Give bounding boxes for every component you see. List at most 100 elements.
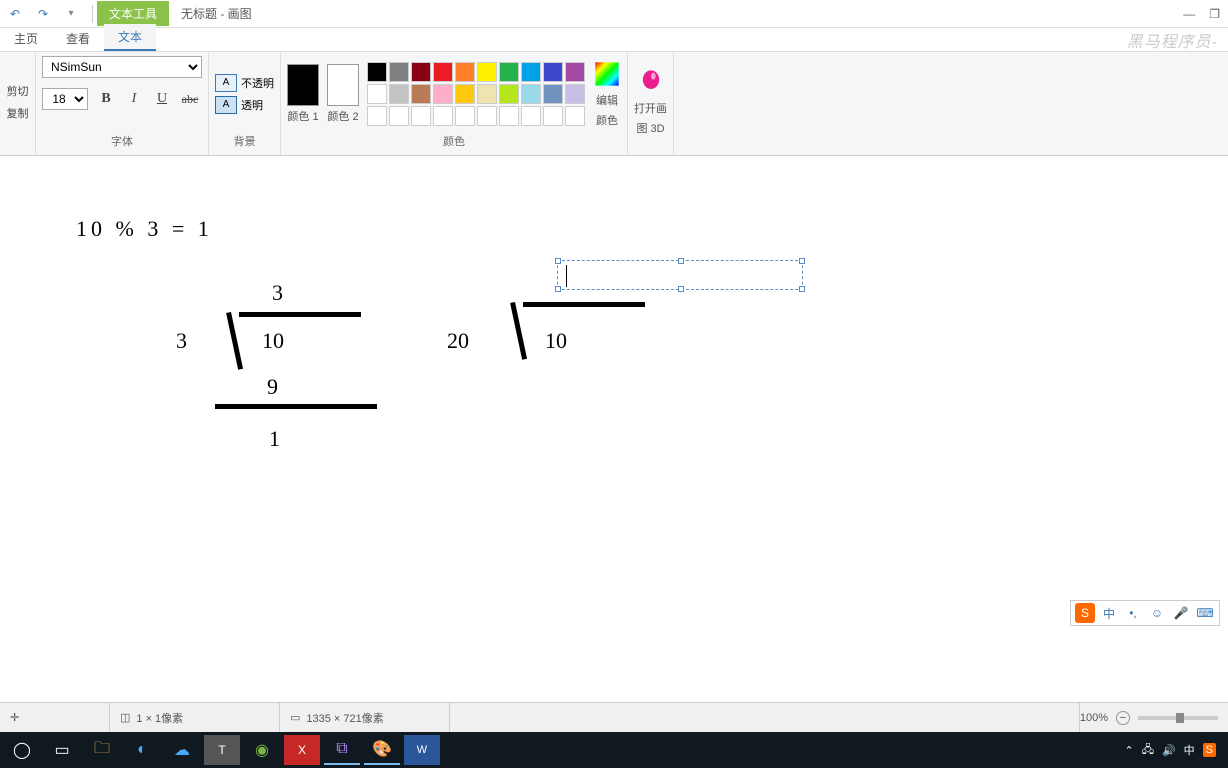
palette-swatch[interactable] xyxy=(433,84,453,104)
undo-icon[interactable]: ↶ xyxy=(4,3,26,25)
equation-text: 10 % 3 = 1 xyxy=(76,216,213,242)
palette-swatch[interactable] xyxy=(543,62,563,82)
palette-swatch[interactable] xyxy=(521,106,541,126)
crosshair-icon: ✛ xyxy=(10,711,19,724)
color2-swatch xyxy=(327,64,359,106)
font-family-select[interactable]: NSimSun xyxy=(42,56,202,78)
maximize-button[interactable]: ❐ xyxy=(1209,7,1220,21)
resize-handle-n[interactable] xyxy=(678,258,684,264)
palette-swatch[interactable] xyxy=(411,84,431,104)
italic-button[interactable]: I xyxy=(124,89,144,109)
div1-divisor: 3 xyxy=(176,328,187,354)
transparent-button[interactable]: A透明 xyxy=(215,96,274,114)
palette-swatch[interactable] xyxy=(411,106,431,126)
status-pointer-pos: ✛ xyxy=(0,703,110,732)
tray-sogou-icon[interactable]: S xyxy=(1203,743,1216,757)
font-size-select[interactable]: 18 xyxy=(42,88,88,110)
underline-button[interactable]: U xyxy=(152,89,172,109)
text-selection-box[interactable] xyxy=(557,260,803,290)
tray-chevron-up-icon[interactable]: ⌃ xyxy=(1124,744,1133,757)
palette-swatch[interactable] xyxy=(499,62,519,82)
tab-text[interactable]: 文本 xyxy=(104,24,156,51)
edit-colors-button[interactable]: 编辑 颜色 xyxy=(593,60,621,128)
palette-swatch[interactable] xyxy=(477,62,497,82)
palette-swatch[interactable] xyxy=(477,84,497,104)
resize-handle-sw[interactable] xyxy=(555,286,561,292)
ime-logo-icon[interactable]: S xyxy=(1075,603,1095,623)
opaque-button[interactable]: A不透明 xyxy=(215,74,274,92)
canvas[interactable]: 10 % 3 = 1 3 3 10 9 1 20 10 xyxy=(0,160,1228,702)
zoom-thumb[interactable] xyxy=(1176,713,1184,723)
div2-vert-line xyxy=(510,302,527,360)
palette-swatch[interactable] xyxy=(389,62,409,82)
zoom-out-button[interactable]: − xyxy=(1116,711,1130,725)
group-colors: 颜色 1 颜色 2 编辑 颜色 颜色 xyxy=(281,52,628,155)
palette-swatch[interactable] xyxy=(455,106,475,126)
palette-swatch[interactable] xyxy=(389,106,409,126)
palette-swatch[interactable] xyxy=(411,62,431,82)
palette-swatch[interactable] xyxy=(367,106,387,126)
palette-swatch[interactable] xyxy=(455,62,475,82)
status-selection-size: ◫ 1 × 1像素 xyxy=(110,703,280,732)
paint3d-button[interactable]: 打开画 图 3D xyxy=(634,68,667,136)
tab-view[interactable]: 查看 xyxy=(52,26,104,51)
palette-swatch[interactable] xyxy=(565,106,585,126)
palette-swatch[interactable] xyxy=(521,84,541,104)
redo-icon[interactable]: ↷ xyxy=(32,3,54,25)
ime-bar[interactable]: S 中 •, ☺ 🎤 ⌨ xyxy=(1070,600,1220,626)
palette-swatch[interactable] xyxy=(455,84,475,104)
div1-vert-line xyxy=(226,312,243,370)
mspaint-icon[interactable]: 🎨 xyxy=(364,735,400,765)
color2-button[interactable]: 颜色 2 xyxy=(327,64,359,124)
tab-home[interactable]: 主页 xyxy=(0,26,52,51)
resize-handle-se[interactable] xyxy=(799,286,805,292)
palette-swatch[interactable] xyxy=(433,62,453,82)
zoom-slider[interactable] xyxy=(1138,716,1218,720)
file-explorer-icon[interactable]: 🗀 xyxy=(84,735,120,765)
palette-swatch[interactable] xyxy=(477,106,497,126)
resize-handle-s[interactable] xyxy=(678,286,684,292)
palette-swatch[interactable] xyxy=(367,62,387,82)
palette-swatch[interactable] xyxy=(499,106,519,126)
app-icon-2[interactable]: ☁ xyxy=(164,735,200,765)
palette-swatch[interactable] xyxy=(367,84,387,104)
palette-swatch[interactable] xyxy=(499,84,519,104)
minimize-button[interactable]: — xyxy=(1183,7,1195,21)
palette-swatch[interactable] xyxy=(521,62,541,82)
palette-swatch[interactable] xyxy=(389,84,409,104)
ime-emoji-icon[interactable]: ☺ xyxy=(1147,603,1167,623)
div1-subtrahend: 9 xyxy=(267,374,278,400)
palette-swatch[interactable] xyxy=(565,62,585,82)
visual-studio-icon[interactable]: ⧉ xyxy=(324,735,360,765)
start-button[interactable]: ◯ xyxy=(4,735,40,765)
resize-handle-nw[interactable] xyxy=(555,258,561,264)
qat-dropdown-icon[interactable]: ▾ xyxy=(60,3,82,25)
bold-button[interactable]: B xyxy=(96,89,116,109)
app-icon-5[interactable]: X xyxy=(284,735,320,765)
palette-swatch[interactable] xyxy=(565,84,585,104)
ribbon-tabs: 主页 查看 文本 xyxy=(0,28,1228,52)
group-paint3d: 打开画 图 3D xyxy=(628,52,674,155)
copy-button[interactable]: 复制 xyxy=(7,105,29,121)
palette-swatch[interactable] xyxy=(543,106,563,126)
color-palette[interactable] xyxy=(367,62,585,126)
ime-mic-icon[interactable]: 🎤 xyxy=(1171,603,1191,623)
color1-button[interactable]: 颜色 1 xyxy=(287,64,319,124)
app-icon-3[interactable]: T xyxy=(204,735,240,765)
word-icon[interactable]: W xyxy=(404,735,440,765)
tray-volume-icon[interactable]: 🔊 xyxy=(1162,744,1176,757)
app-icon-1[interactable]: ◐ xyxy=(124,735,160,765)
strikethrough-button[interactable]: abc xyxy=(180,89,200,109)
app-icon-4[interactable]: ◉ xyxy=(244,735,280,765)
ime-keyboard-icon[interactable]: ⌨ xyxy=(1195,603,1215,623)
tray-ime-icon[interactable]: 中 xyxy=(1184,742,1195,758)
tray-network-icon[interactable]: 🖧 xyxy=(1142,741,1154,760)
palette-swatch[interactable] xyxy=(543,84,563,104)
taskbar: ◯ ▭ 🗀 ◐ ☁ T ◉ X ⧉ 🎨 W ⌃ 🖧 🔊 中 S xyxy=(0,732,1228,768)
resize-handle-ne[interactable] xyxy=(799,258,805,264)
palette-swatch[interactable] xyxy=(433,106,453,126)
ime-lang-button[interactable]: 中 xyxy=(1099,603,1119,623)
task-view-icon[interactable]: ▭ xyxy=(44,735,80,765)
ime-punct-icon[interactable]: •, xyxy=(1123,603,1143,623)
cut-button[interactable]: 剪切 xyxy=(7,83,29,99)
